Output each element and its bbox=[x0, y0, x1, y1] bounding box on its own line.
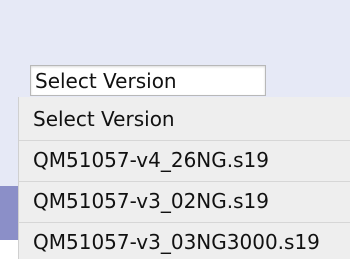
option-divider bbox=[19, 181, 350, 182]
version-select[interactable]: Select Version bbox=[30, 65, 266, 96]
option-divider bbox=[19, 222, 350, 223]
option-divider bbox=[19, 140, 350, 141]
background-accent bbox=[0, 186, 18, 240]
dropdown-option-qm51057-v3-02ng[interactable]: QM51057-v3_02NG.s19 bbox=[33, 189, 343, 213]
dropdown-option-qm51057-v3-03ng3000[interactable]: QM51057-v3_03NG3000.s19 bbox=[33, 230, 343, 254]
version-dropdown-list: Select Version QM51057-v4_26NG.s19 QM510… bbox=[18, 97, 350, 259]
dropdown-option-qm51057-v4-26ng[interactable]: QM51057-v4_26NG.s19 bbox=[33, 148, 343, 172]
dropdown-option-select-version[interactable]: Select Version bbox=[33, 107, 343, 131]
